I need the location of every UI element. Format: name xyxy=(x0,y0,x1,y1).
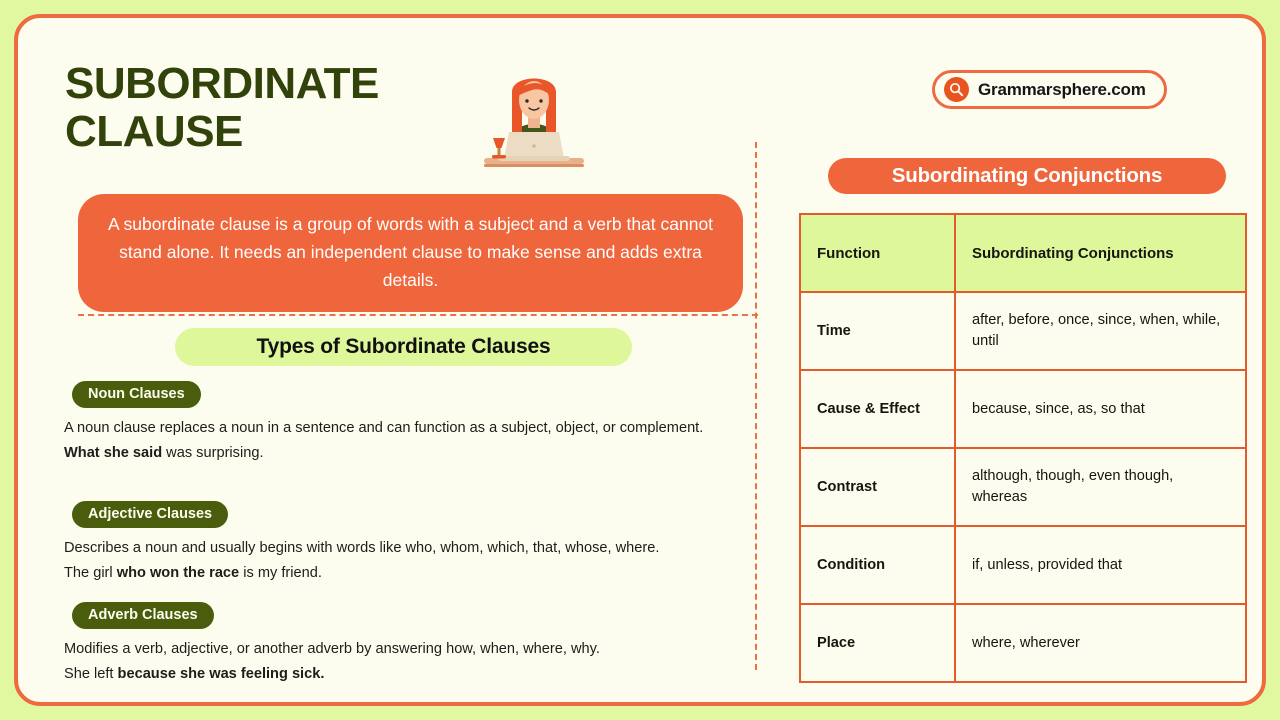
table-row: Contrast although, though, even though, … xyxy=(799,447,1247,527)
example-highlight: because she was feeling sick. xyxy=(117,666,325,682)
example-prefix: The girl xyxy=(64,565,117,581)
infographic-card: SUBORDINATE CLAUSE A subordinate clause … xyxy=(14,14,1266,706)
cell-function: Cause & Effect xyxy=(799,369,956,449)
column-header-function: Function xyxy=(799,213,956,293)
left-column: SUBORDINATE CLAUSE A subordinate clause … xyxy=(62,36,758,696)
table-row: Place where, wherever xyxy=(799,603,1247,683)
cell-conjunctions: because, since, as, so that xyxy=(954,369,1247,449)
cell-conjunctions: where, wherever xyxy=(954,603,1247,683)
cell-conjunctions: although, though, even though, whereas xyxy=(954,447,1247,527)
cell-function: Time xyxy=(799,291,956,371)
definition-callout: A subordinate clause is a group of words… xyxy=(78,194,743,312)
search-icon xyxy=(944,77,969,102)
clause-block-noun: Noun Clauses A noun clause replaces a no… xyxy=(64,381,752,464)
example-rest: is my friend. xyxy=(239,565,322,581)
clause-description-adjective: Describes a noun and usually begins with… xyxy=(64,540,660,556)
column-header-conjunctions: Subordinating Conjunctions xyxy=(954,213,1247,293)
horizontal-divider xyxy=(78,314,758,316)
table-row: Time after, before, once, since, when, w… xyxy=(799,291,1247,371)
cell-function: Contrast xyxy=(799,447,956,527)
page-title: SUBORDINATE CLAUSE xyxy=(65,59,379,156)
types-section-heading: Types of Subordinate Clauses xyxy=(175,328,632,366)
cell-function: Place xyxy=(799,603,956,683)
conjunctions-heading: Subordinating Conjunctions xyxy=(828,158,1226,194)
cell-conjunctions: after, before, once, since, when, while,… xyxy=(954,291,1247,371)
table-row: Condition if, unless, provided that xyxy=(799,525,1247,605)
example-highlight: What she said xyxy=(64,445,163,461)
clause-block-adverb: Adverb Clauses Modifies a verb, adjectiv… xyxy=(64,602,752,685)
clause-example-noun: What she said was surprising. xyxy=(64,442,752,464)
clause-label-adverb: Adverb Clauses xyxy=(72,602,214,629)
clause-example-adverb: She left because she was feeling sick. xyxy=(64,663,752,685)
clause-label-noun: Noun Clauses xyxy=(72,381,201,408)
example-rest: was surprising. xyxy=(162,445,264,461)
woman-at-laptop-illustration xyxy=(476,62,592,178)
brand-name: Grammarsphere.com xyxy=(978,79,1146,99)
brand-badge[interactable]: Grammarsphere.com xyxy=(932,70,1167,109)
conjunctions-table: Function Subordinating Conjunctions Time… xyxy=(799,213,1247,683)
clause-description-adverb: Modifies a verb, adjective, or another a… xyxy=(64,641,600,657)
clause-description-noun: A noun clause replaces a noun in a sente… xyxy=(64,420,704,436)
example-highlight: who won the race xyxy=(116,565,240,581)
table-row: Cause & Effect because, since, as, so th… xyxy=(799,369,1247,449)
example-prefix: She left xyxy=(64,666,118,682)
cell-conjunctions: if, unless, provided that xyxy=(954,525,1247,605)
clause-block-adjective: Adjective Clauses Describes a noun and u… xyxy=(64,501,752,584)
table-header-row: Function Subordinating Conjunctions xyxy=(799,213,1247,293)
clause-label-adjective: Adjective Clauses xyxy=(72,501,229,528)
clause-example-adjective: The girl who won the race is my friend. xyxy=(64,562,752,584)
cell-function: Condition xyxy=(799,525,956,605)
vertical-divider xyxy=(755,142,757,670)
